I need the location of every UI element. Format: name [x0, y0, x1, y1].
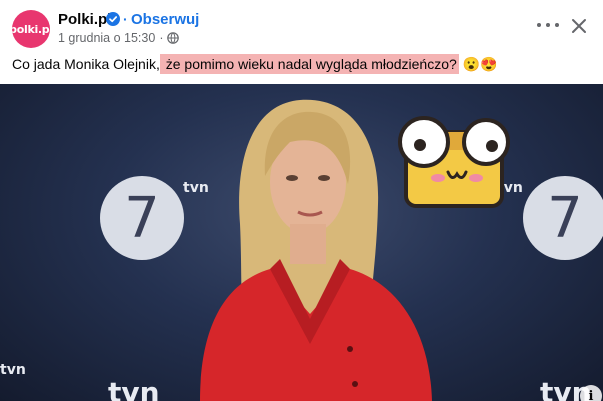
- follow-button[interactable]: Obserwuj: [131, 11, 199, 28]
- tvn-logo: tvn: [0, 362, 26, 378]
- separator-dot: ·: [123, 11, 128, 27]
- post-text: Co jada Monika Olejnik, że pomimo wieku …: [12, 54, 498, 74]
- dot-icon: [537, 23, 541, 27]
- page-name-link[interactable]: Polki.pl: [58, 11, 111, 28]
- post-timestamp[interactable]: 1 grudnia o 15:30: [58, 31, 155, 45]
- post-emojis: 😮😍: [462, 56, 498, 72]
- meta-separator: ·: [159, 31, 164, 45]
- post-header: polki.pl Polki.pl · Obserwuj 1 grudnia o…: [0, 0, 603, 54]
- avatar[interactable]: polki.pl: [9, 10, 53, 48]
- more-options-button[interactable]: [537, 18, 559, 32]
- post-text-plain: Co jada Monika Olejnik,: [12, 56, 160, 72]
- dot-icon: [546, 23, 550, 27]
- post-photo[interactable]: 7 tvn 7 tvn tvn tvn tvn i: [0, 84, 603, 401]
- dot-icon: [555, 23, 559, 27]
- close-icon[interactable]: [570, 17, 588, 35]
- verified-badge-icon: [106, 12, 120, 26]
- seven-logo: 7: [523, 176, 603, 260]
- surprised-sticker-icon: [398, 116, 510, 208]
- globe-icon: [167, 32, 180, 44]
- post-text-highlight: że pomimo wieku nadal wygląda młodzieńcz…: [159, 54, 459, 74]
- post-meta: 1 grudnia o 15:30 ·: [58, 31, 180, 45]
- info-button[interactable]: i: [580, 385, 602, 401]
